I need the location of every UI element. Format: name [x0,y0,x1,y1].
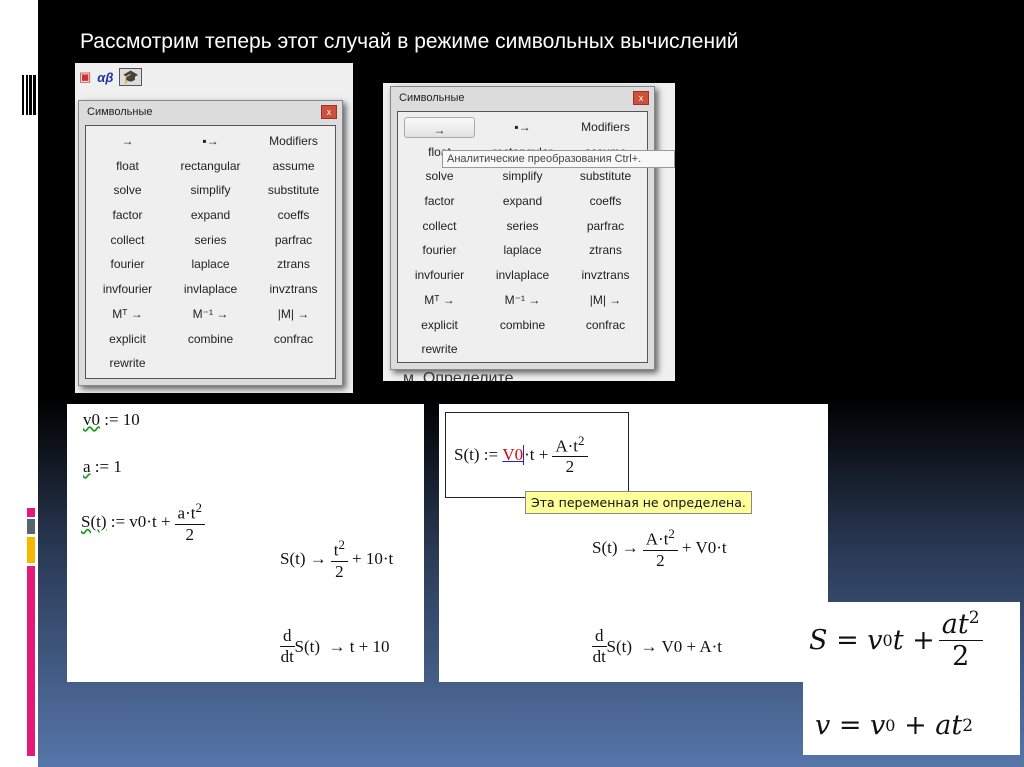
palette-item[interactable]: → [86,129,169,154]
palette-item[interactable]: factor [86,203,169,228]
palette-grid: →▪→Modifiersfloatrectangularassumesolves… [85,125,336,379]
palette-item[interactable]: combine [481,313,564,338]
palette-item[interactable]: Mᵀ → [86,302,169,327]
symbolic-palette: Символьныеx →▪→Modifiersfloatrectangular… [390,86,655,370]
velocity-formula: v = v0 + at 2 [815,710,974,741]
palette-item[interactable]: series [169,228,252,253]
error-tooltip: Эта переменная не определена. [525,491,752,514]
palette-item[interactable]: assume [252,154,335,179]
s-symbolic-result[interactable]: S(t) → A·t2 2 + V0·t [592,526,727,571]
greek-alphabet-icon[interactable]: αβ [97,70,113,85]
s-symbolic-result[interactable]: S(t) → t2 2 + 10·t [280,537,393,582]
palette-item[interactable]: explicit [398,313,481,338]
decor-pink [27,508,35,517]
palette-item[interactable]: invlaplace [169,277,252,302]
palette-item[interactable]: |M| → [564,288,647,313]
palette-item[interactable]: fourier [398,238,481,263]
palette-item[interactable]: expand [169,203,252,228]
palette-item[interactable]: M⁻¹ → [481,288,564,313]
palette-item[interactable]: ztrans [252,252,335,277]
worksheet-1: v0 := 10 a := 1 S(t) := v0·t + a·t2 2 S(t)… [67,404,424,682]
palette-item[interactable]: simplify [169,178,252,203]
decor-pink-long [27,566,35,756]
symbolic-cap-icon[interactable]: 🎓 [119,68,142,86]
palette-item[interactable]: solve [398,164,481,189]
palette-item[interactable]: ▪→ [481,115,564,140]
palette-item[interactable]: confrac [252,327,335,352]
palette-item[interactable]: factor [398,189,481,214]
palette-item[interactable]: substitute [252,178,335,203]
palette-item[interactable]: parfrac [564,214,647,239]
palette-item[interactable]: rectangular [169,154,252,179]
palette-screenshot-1: ▣ αβ 🎓 Символьные x → ▪→ Modifiers float rect… [75,63,353,393]
palette-item[interactable]: collect [398,214,481,239]
palette-item[interactable]: |M| → [252,302,335,327]
a-definition[interactable]: a := 1 [83,457,122,477]
palette-item[interactable]: series [481,214,564,239]
palette-item[interactable]: combine [169,327,252,352]
decor-bar [26,75,28,115]
palette-item[interactable]: Modifiers [564,115,647,140]
decor-gray [27,519,35,534]
close-button[interactable]: x [321,105,337,119]
s-definition-selected[interactable]: S(t) := V0 ·t + A·t2 2 [445,412,629,498]
palette-item[interactable]: invfourier [86,277,169,302]
palette-item[interactable]: collect [86,228,169,253]
palette-item[interactable]: substitute [564,164,647,189]
tooltip: Аналитические преобразования Ctrl+. [442,150,675,168]
palette-item[interactable]: rewrite [398,337,481,362]
undefined-variable[interactable]: V0 [502,445,525,465]
palette-item[interactable]: rewrite [86,351,169,376]
position-formula: S = v0t + at2 2 [809,608,987,672]
worksheet-2: S(t) := V0 ·t + A·t2 2 Эта переменная не оп… [439,404,828,682]
decor-bar [29,75,32,115]
palette-item[interactable]: invztrans [564,263,647,288]
decor-bar [22,75,24,115]
palette-title: Символьные [399,92,465,104]
palette-item[interactable]: laplace [481,238,564,263]
palette-item[interactable]: Mᵀ → [398,288,481,313]
kinematics-formulas: S = v0t + at2 2 v = v0 + at 2 [803,602,1020,755]
palette-item[interactable]: solve [86,178,169,203]
palette-item[interactable]: explicit [86,327,169,352]
palette-grid: →▪→Modifiersfloatrectangularassumesolves… [397,111,648,363]
palette-item[interactable]: M⁻¹ → [169,302,252,327]
palette-screenshot-2: Символьныеx →▪→Modifiersfloatrectangular… [383,83,675,381]
derivative-result[interactable]: d dt S(t) → t + 10 [280,626,390,667]
background-text: м. Определите [403,370,514,381]
palette-item[interactable]: float [86,154,169,179]
palette-item[interactable]: ztrans [564,238,647,263]
matrix-icon[interactable]: ▣ [79,69,91,85]
palette-item[interactable]: invlaplace [481,263,564,288]
close-button[interactable]: x [633,91,649,105]
s-definition[interactable]: S(t) := v0·t + a·t2 2 [81,500,209,545]
palette-item[interactable]: → [404,117,475,138]
palette-item[interactable]: confrac [564,313,647,338]
palette-item[interactable]: simplify [481,164,564,189]
v0-definition[interactable]: v0 := 10 [83,410,140,430]
palette-item[interactable]: invztrans [252,277,335,302]
palette-title: Символьные [87,106,153,118]
derivative-result[interactable]: d dt S(t) → V0 + A·t [592,626,722,667]
left-decoration-strip [0,0,38,767]
palette-item[interactable]: coeffs [564,189,647,214]
palette-item[interactable]: invfourier [398,263,481,288]
palette-item[interactable]: ▪→ [169,129,252,154]
symbolic-palette: Символьные x →▪→Modifiers floatrectangular… [78,100,343,386]
palette-item[interactable]: coeffs [252,203,335,228]
palette-item[interactable]: parfrac [252,228,335,253]
palette-item[interactable]: expand [481,189,564,214]
palette-item[interactable]: fourier [86,252,169,277]
palette-item[interactable]: Modifiers [252,129,335,154]
decor-bar [33,75,36,115]
palette-item[interactable]: laplace [169,252,252,277]
decor-orange [27,537,35,563]
slide-title: Рассмотрим теперь этот случай в режиме с… [80,30,739,53]
toolbar: ▣ αβ 🎓 [75,63,142,91]
